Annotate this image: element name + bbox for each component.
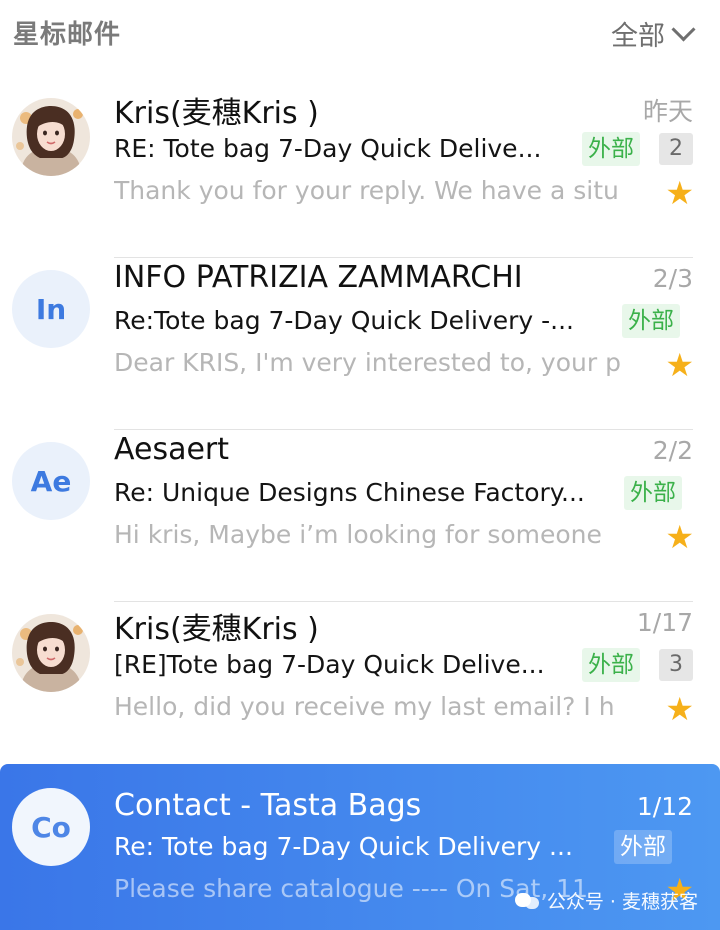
avatar bbox=[12, 98, 90, 176]
mail-subject: Re: Unique Designs Chinese Factory... bbox=[114, 478, 585, 507]
external-tag: 外部 bbox=[622, 304, 680, 338]
avatar bbox=[12, 614, 90, 692]
mail-item[interactable]: Kris(麦穗Kris ) 昨天 RE: Tote bag 7-Day Quic… bbox=[0, 86, 720, 258]
wechat-icon bbox=[514, 891, 541, 911]
mail-preview: Hi kris, Maybe i’m looking for someone bbox=[114, 520, 602, 549]
mail-preview: Thank you for your reply. We have a situ bbox=[114, 176, 619, 205]
mail-subject: Re:Tote bag 7-Day Quick Delivery -... bbox=[114, 306, 574, 335]
star-icon[interactable]: ★ bbox=[665, 521, 694, 553]
mail-date: 1/17 bbox=[636, 608, 693, 637]
chevron-down-icon bbox=[671, 17, 696, 42]
mail-preview: Dear KRIS, I'm very interested to, your … bbox=[114, 348, 621, 377]
sender-name: Kris(麦穗Kris ) bbox=[114, 612, 319, 647]
sender-name: Contact - Tasta Bags bbox=[114, 788, 422, 823]
mail-date: 1/12 bbox=[636, 792, 693, 821]
external-tag: 外部 bbox=[614, 830, 672, 864]
mail-subject: RE: Tote bag 7-Day Quick Delive... bbox=[114, 134, 542, 163]
avatar: In bbox=[12, 270, 90, 348]
sender-name: INFO PATRIZIA ZAMMARCHI bbox=[114, 260, 523, 295]
sender-name: Kris(麦穗Kris ) bbox=[114, 96, 319, 131]
mail-item[interactable]: In INFO PATRIZIA ZAMMARCHI 2/3 Re:Tote b… bbox=[0, 258, 720, 430]
header-bar: 星标邮件 全部 bbox=[0, 0, 720, 70]
filter-dropdown[interactable]: 全部 bbox=[611, 14, 696, 53]
mail-date: 昨天 bbox=[642, 97, 693, 126]
avatar: Ae bbox=[12, 442, 90, 520]
external-tag: 外部 bbox=[582, 132, 640, 166]
sender-name: Aesaert bbox=[114, 432, 230, 467]
mail-subject: [RE]Tote bag 7-Day Quick Delive... bbox=[114, 650, 545, 679]
mail-date: 2/3 bbox=[652, 264, 693, 293]
watermark: 公众号 · 麦穗获客 bbox=[514, 887, 698, 914]
external-tag: 外部 bbox=[624, 476, 682, 510]
star-icon[interactable]: ★ bbox=[665, 177, 694, 209]
mail-preview: Hello, did you receive my last email? I … bbox=[114, 692, 615, 721]
mail-item[interactable]: Ae Aesaert 2/2 Re: Unique Designs Chines… bbox=[0, 430, 720, 602]
star-icon[interactable]: ★ bbox=[665, 693, 694, 725]
thread-count-badge: 2 bbox=[659, 133, 693, 165]
filter-label: 全部 bbox=[611, 21, 665, 52]
mail-date: 2/2 bbox=[652, 436, 693, 465]
external-tag: 外部 bbox=[582, 648, 640, 682]
star-icon[interactable]: ★ bbox=[665, 349, 694, 381]
thread-count-badge: 3 bbox=[659, 649, 693, 681]
watermark-text: 公众号 · 麦穗获客 bbox=[546, 891, 698, 913]
page-title: 星标邮件 bbox=[13, 20, 122, 50]
mail-subject: Re: Tote bag 7-Day Quick Delivery ... bbox=[114, 832, 573, 861]
avatar: Co bbox=[12, 788, 90, 866]
mail-item[interactable]: Kris(麦穗Kris ) 1/17 [RE]Tote bag 7-Day Qu… bbox=[0, 602, 720, 774]
mail-item-selected[interactable]: Co Contact - Tasta Bags 1/12 Re: Tote ba… bbox=[0, 764, 720, 930]
